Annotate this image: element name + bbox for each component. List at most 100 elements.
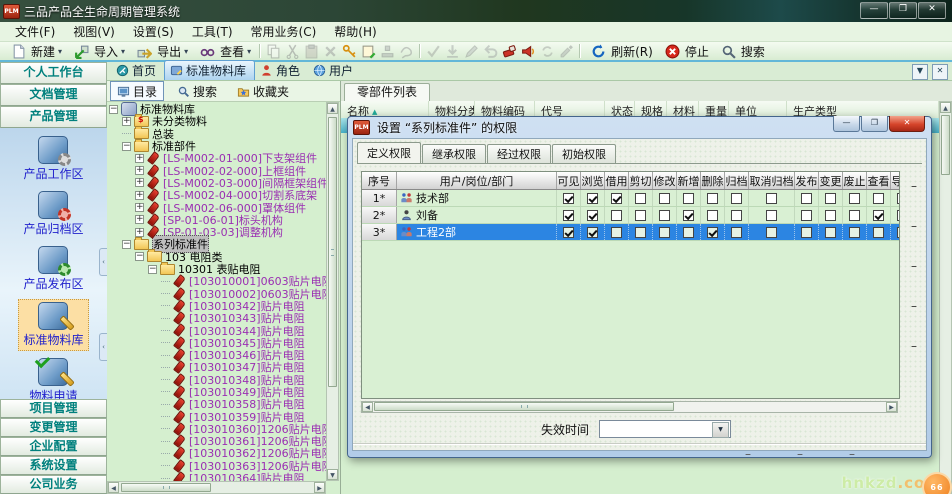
- sidebar-section-bottom-0[interactable]: 项目管理: [0, 399, 107, 418]
- lasso-icon[interactable]: [399, 44, 414, 59]
- permission-checkbox[interactable]: [707, 193, 718, 204]
- tree-collapse-icon[interactable]: −: [148, 265, 157, 274]
- permission-checkbox-checked[interactable]: [587, 193, 598, 204]
- tree-expand-icon[interactable]: +: [122, 117, 131, 126]
- permission-checkbox-checked[interactable]: [563, 210, 574, 221]
- sidebar-section-bottom-3[interactable]: 系统设置: [0, 456, 107, 475]
- permission-tab-3[interactable]: 初始权限: [552, 144, 616, 163]
- grid-header-5[interactable]: 剪切: [629, 172, 653, 189]
- permission-checkbox[interactable]: [897, 210, 900, 221]
- permission-checkbox[interactable]: [801, 210, 812, 221]
- paste-icon[interactable]: [304, 44, 319, 59]
- dialog-close-button[interactable]: ✕: [889, 116, 925, 132]
- key-icon[interactable]: [342, 44, 357, 59]
- note-icon[interactable]: [361, 44, 376, 59]
- permission-checkbox[interactable]: [801, 227, 812, 238]
- edit-icon[interactable]: [464, 44, 479, 59]
- grid-header-14[interactable]: 查看: [867, 172, 891, 189]
- permission-checkbox[interactable]: [849, 210, 860, 221]
- permission-checkbox[interactable]: [731, 227, 742, 238]
- permission-checkbox[interactable]: [873, 227, 884, 238]
- sidebar-section-0[interactable]: 个人工作台: [0, 62, 107, 84]
- sidebar-section-bottom-4[interactable]: 公司业务: [0, 475, 107, 494]
- sidebar-item-workspace[interactable]: 产品工作区: [19, 134, 87, 184]
- permission-checkbox[interactable]: [635, 193, 646, 204]
- grid-header-11[interactable]: 发布: [795, 172, 819, 189]
- grid-horizontal-scrollbar[interactable]: ◀ ▶: [361, 401, 898, 413]
- tree-toolbar-catalog-button[interactable]: 目录: [110, 81, 164, 101]
- grid-header-12[interactable]: 变更: [819, 172, 843, 189]
- grid-header-13[interactable]: 废止: [843, 172, 867, 189]
- grid-header-8[interactable]: 删除: [701, 172, 725, 189]
- tab-parts-list[interactable]: 零部件列表: [344, 83, 430, 102]
- toolbar-refresh-button[interactable]: 刷新(R): [584, 42, 658, 60]
- grid-header-10[interactable]: 取消归档: [749, 172, 795, 189]
- sidebar-collapse-icon[interactable]: ‹: [99, 333, 107, 361]
- grid-header-3[interactable]: 浏览: [581, 172, 605, 189]
- permission-checkbox[interactable]: [766, 227, 777, 238]
- brush-icon[interactable]: [559, 44, 574, 59]
- tree-expand-icon[interactable]: +: [135, 166, 144, 175]
- sync-icon[interactable]: [540, 44, 555, 59]
- permission-checkbox[interactable]: [659, 210, 670, 221]
- cut-icon[interactable]: [285, 44, 300, 59]
- tree-collapse-icon[interactable]: −: [109, 105, 118, 114]
- grid-header-15[interactable]: 导出: [891, 172, 900, 189]
- grid-header-9[interactable]: 归档: [725, 172, 749, 189]
- permission-checkbox[interactable]: [873, 193, 884, 204]
- menu-item-0[interactable]: 文件(F): [6, 23, 64, 41]
- scroll-up-icon[interactable]: ▲: [327, 103, 338, 114]
- tab-library[interactable]: 标准物料库: [164, 60, 255, 80]
- grid-header-4[interactable]: 借用: [605, 172, 629, 189]
- sidebar-item-release[interactable]: 产品发布区: [19, 244, 87, 294]
- permission-checkbox-checked[interactable]: [707, 227, 718, 238]
- tab-list-dropdown-button[interactable]: ▼: [912, 64, 928, 80]
- scroll-left-icon[interactable]: ◀: [108, 482, 119, 493]
- delete-icon[interactable]: [323, 44, 338, 59]
- tree-horizontal-scrollbar[interactable]: ◀ ▶: [107, 481, 326, 494]
- menu-item-5[interactable]: 帮助(H): [325, 23, 385, 41]
- permission-checkbox[interactable]: [825, 210, 836, 221]
- permission-tab-2[interactable]: 经过权限: [487, 144, 551, 163]
- permission-checkbox-checked[interactable]: [873, 210, 884, 221]
- sidebar-item-request[interactable]: 物料申请: [25, 356, 81, 399]
- permission-checkbox[interactable]: [766, 210, 777, 221]
- permission-checkbox[interactable]: [611, 210, 622, 221]
- permission-checkbox[interactable]: [849, 227, 860, 238]
- scroll-right-icon[interactable]: ▶: [314, 482, 325, 493]
- permission-checkbox[interactable]: [659, 193, 670, 204]
- eraser-icon[interactable]: [502, 44, 517, 59]
- tab-user[interactable]: 用户: [308, 61, 361, 80]
- horn-icon[interactable]: [521, 44, 536, 59]
- tree-expand-icon[interactable]: +: [135, 215, 144, 224]
- permission-checkbox[interactable]: [897, 193, 900, 204]
- menu-item-4[interactable]: 常用业务(C): [242, 23, 326, 41]
- menu-item-3[interactable]: 工具(T): [183, 23, 242, 41]
- toolbar-import-button[interactable]: 导入▾: [67, 42, 130, 60]
- permission-checkbox[interactable]: [683, 227, 694, 238]
- permission-checkbox-checked[interactable]: [563, 227, 574, 238]
- permission-checkbox[interactable]: [825, 193, 836, 204]
- permission-checkbox[interactable]: [707, 210, 718, 221]
- permission-checkbox[interactable]: [731, 193, 742, 204]
- tree-expand-icon[interactable]: +: [135, 154, 144, 163]
- permission-checkbox-checked[interactable]: [611, 193, 622, 204]
- dialog-minimize-button[interactable]: —: [833, 116, 860, 132]
- grid-header-7[interactable]: 新增: [677, 172, 701, 189]
- grid-row[interactable]: 1*技术部: [362, 190, 899, 207]
- permission-checkbox[interactable]: [825, 227, 836, 238]
- permission-tab-1[interactable]: 继承权限: [422, 144, 486, 163]
- grid-header-6[interactable]: 修改: [653, 172, 677, 189]
- tree-expand-icon[interactable]: +: [135, 203, 144, 212]
- toolbar-search-button[interactable]: 搜索: [714, 42, 770, 60]
- sidebar-section-bottom-1[interactable]: 变更管理: [0, 418, 107, 437]
- tree-toolbar-search2-button[interactable]: 搜索: [170, 81, 224, 101]
- permission-checkbox[interactable]: [801, 193, 812, 204]
- grid-header-1[interactable]: 用户/岗位/部门: [397, 172, 557, 189]
- tree-toolbar-favorites-button[interactable]: 收藏夹: [230, 81, 296, 101]
- dialog-title-bar[interactable]: PLM 设置 “系列标准件” 的权限 — ❐ ✕: [352, 117, 927, 138]
- combobox-dropdown-icon[interactable]: ▼: [712, 422, 729, 438]
- toolbar-new-button[interactable]: 新建▾: [4, 42, 67, 60]
- copy-icon[interactable]: [266, 44, 281, 59]
- scroll-left-icon[interactable]: ◀: [362, 402, 373, 412]
